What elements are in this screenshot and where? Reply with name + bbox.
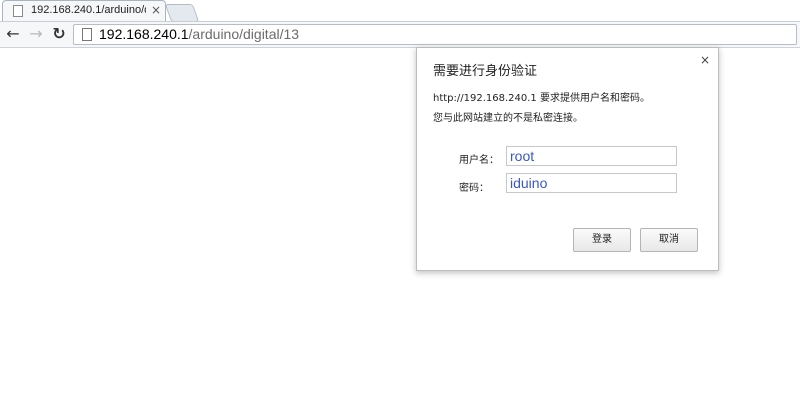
reload-icon[interactable]: ↻	[49, 24, 69, 44]
address-bar[interactable]: 192.168.240.1/arduino/digital/13	[73, 24, 797, 45]
username-label: 用户名：	[459, 155, 499, 166]
back-arrow-icon[interactable]: ←	[3, 24, 23, 44]
dialog-message-url: http://192.168.240.1 要求提供用户名和密码。	[433, 93, 650, 104]
login-button[interactable]: 登录	[573, 228, 631, 252]
url-path: /arduino/digital/13	[188, 26, 300, 42]
dialog-close-icon[interactable]: ×	[700, 53, 710, 67]
page-favicon-icon	[13, 5, 23, 17]
forward-arrow-icon[interactable]: →	[26, 24, 46, 44]
dialog-message-warning: 您与此网站建立的不是私密连接。	[433, 113, 583, 124]
page-info-icon[interactable]	[82, 28, 92, 41]
new-tab-button[interactable]	[164, 4, 200, 22]
auth-dialog: 需要进行身份验证 × http://192.168.240.1 要求提供用户名和…	[416, 47, 719, 271]
tab-title: 192.168.240.1/arduino/digital/13	[31, 4, 146, 16]
dialog-title: 需要进行身份验证	[433, 64, 538, 79]
url-text: 192.168.240.1/arduino/digital/13	[99, 26, 299, 42]
password-label: 密码：	[459, 183, 489, 194]
password-input[interactable]: iduino	[506, 173, 677, 193]
tab-close-icon[interactable]: ×	[151, 3, 161, 17]
tab-strip: 192.168.240.1/arduino/digital/13 ×	[0, 0, 800, 22]
browser-toolbar: ← → ↻ 192.168.240.1/arduino/digital/13	[0, 21, 800, 48]
browser-tab-active[interactable]: 192.168.240.1/arduino/digital/13 ×	[2, 0, 166, 21]
cancel-button[interactable]: 取消	[640, 228, 698, 252]
username-input[interactable]: root	[506, 146, 677, 166]
url-host: 192.168.240.1	[99, 26, 189, 42]
